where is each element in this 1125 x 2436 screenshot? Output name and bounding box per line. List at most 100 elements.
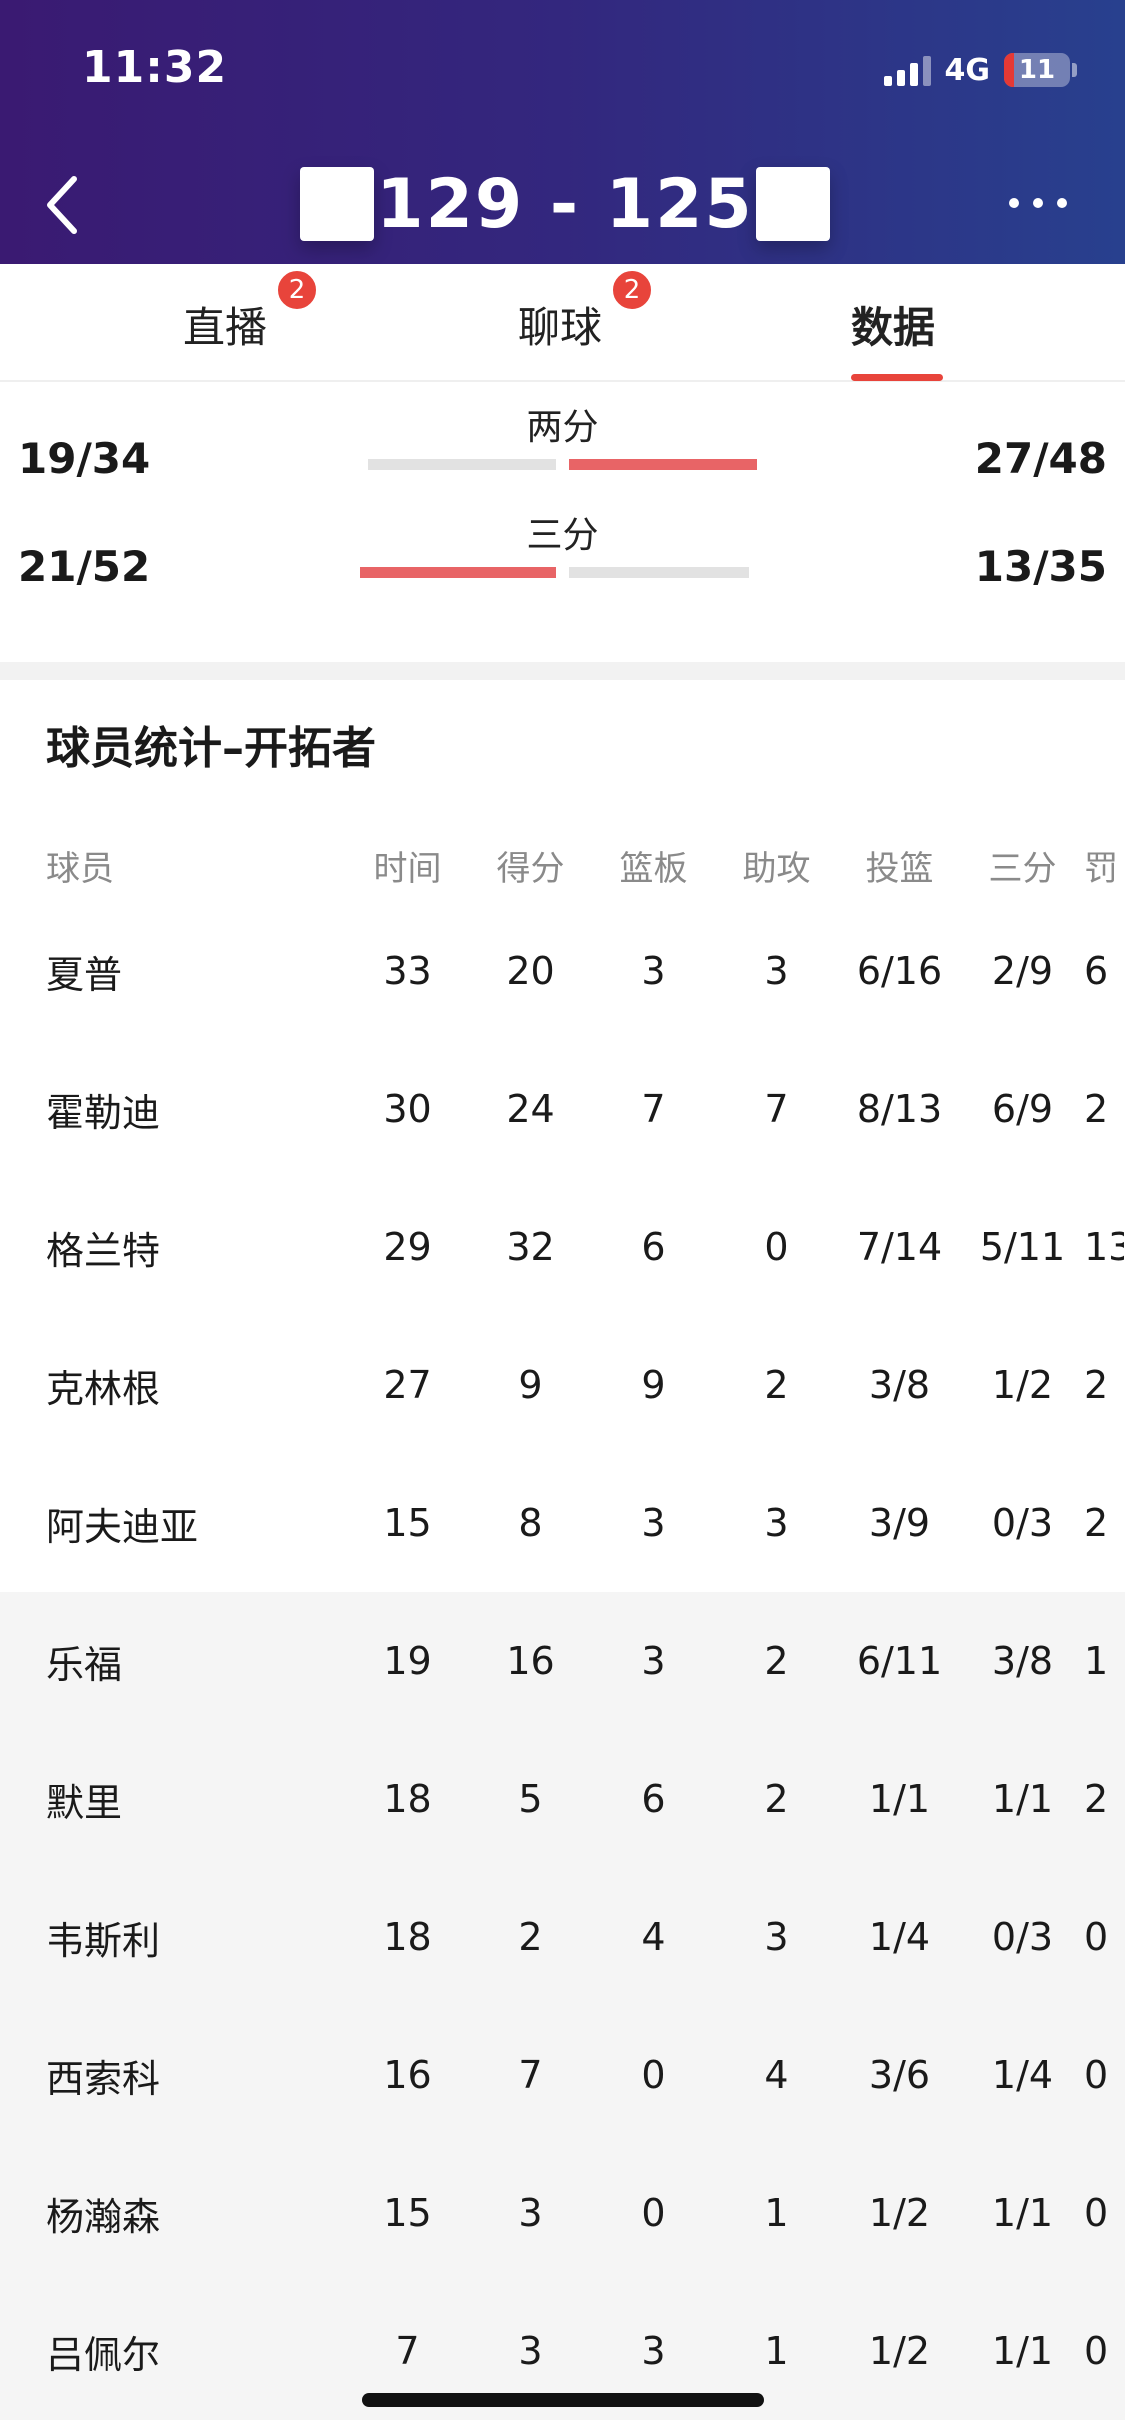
- stat-cell: 0: [1084, 2329, 1109, 2373]
- table-row[interactable]: 克林根 27 9 9 2 3/8 1/2 2: [0, 1316, 1125, 1454]
- player-name[interactable]: 克林根: [0, 1358, 346, 1413]
- tab-live[interactable]: 直播 2: [183, 268, 320, 355]
- stat-cell: 3/6: [868, 2053, 931, 2097]
- table-row[interactable]: 格兰特 29 32 6 0 7/14 5/11 13: [0, 1178, 1125, 1316]
- stat-cell: 33: [383, 949, 432, 993]
- stat-cell: 6: [641, 1225, 666, 1269]
- stat-cell: 18: [383, 1915, 432, 1959]
- stat-cell: 3: [641, 949, 666, 993]
- column-header[interactable]: 罚: [1084, 841, 1124, 890]
- two-point-away-bar: [569, 459, 757, 470]
- three-point-home-value: 21/52: [18, 542, 151, 591]
- status-indicators: 4G 11: [883, 50, 1077, 90]
- stat-cell: 7: [518, 2053, 543, 2097]
- stat-cell: 1/2: [868, 2329, 931, 2373]
- player-name[interactable]: 格兰特: [0, 1220, 346, 1275]
- player-name[interactable]: 霍勒迪: [0, 1082, 346, 1137]
- table-header: 球员 时间 得分 篮板 助攻 投篮 三分 罚: [0, 828, 1125, 902]
- stat-cell: 7: [641, 1087, 666, 1131]
- more-options-button[interactable]: [1009, 198, 1067, 208]
- player-name[interactable]: 吕佩尔: [0, 2324, 346, 2379]
- stat-cell: 5/11: [979, 1225, 1066, 1269]
- player-name[interactable]: 夏普: [0, 944, 346, 999]
- stat-cell: 18: [383, 1777, 432, 1821]
- stat-cell: 16: [383, 2053, 432, 2097]
- stat-cell: 7/14: [856, 1225, 943, 1269]
- stat-cell: 30: [383, 1087, 432, 1131]
- stat-cell: 1: [1084, 1639, 1109, 1683]
- table-row[interactable]: 夏普 33 20 3 3 6/16 2/9 6: [0, 902, 1125, 1040]
- tab-label: 数据: [851, 303, 936, 352]
- stat-cell: 0: [641, 2191, 666, 2235]
- player-name[interactable]: 杨瀚森: [0, 2186, 346, 2241]
- status-time: 11:32: [82, 42, 228, 93]
- player-stats-table: 球员 时间 得分 篮板 助攻 投篮 三分 罚 夏普 33 20 3 3 6/16 2/9 6 霍…: [0, 828, 1125, 2420]
- home-indicator[interactable]: [362, 2393, 764, 2407]
- stat-cell: 3: [764, 1501, 789, 1545]
- stat-cell: 2: [1084, 1087, 1109, 1131]
- more-dot-icon: [1057, 198, 1067, 208]
- game-header: 11:32 4G 11 129 - 125: [0, 0, 1125, 264]
- section-title: 球员统计–开拓者: [46, 723, 376, 774]
- active-tab-indicator: [851, 374, 943, 381]
- signal-icon: [883, 54, 931, 86]
- away-team-logo[interactable]: [756, 167, 830, 241]
- stat-cell: 0: [1084, 1915, 1109, 1959]
- stat-cell: 3: [764, 949, 789, 993]
- table-row[interactable]: 霍勒迪 30 24 7 7 8/13 6/9 2: [0, 1040, 1125, 1178]
- column-header[interactable]: 投篮: [838, 841, 961, 890]
- two-point-home-bar: [368, 459, 556, 470]
- player-name[interactable]: 韦斯利: [0, 1910, 346, 1965]
- player-name[interactable]: 乐福: [0, 1634, 346, 1689]
- table-row[interactable]: 默里 18 5 6 2 1/1 1/1 2: [0, 1730, 1125, 1868]
- three-point-home-bar: [360, 567, 556, 578]
- column-header[interactable]: 三分: [961, 841, 1084, 890]
- player-name[interactable]: 阿夫迪亚: [0, 1496, 346, 1551]
- back-button[interactable]: [44, 172, 94, 238]
- game-score: 129 - 125: [376, 164, 754, 244]
- stat-cell: 0: [764, 1225, 789, 1269]
- scoreboard: 129 - 125: [300, 164, 830, 244]
- column-header[interactable]: 球员: [0, 841, 346, 890]
- table-row[interactable]: 阿夫迪亚 15 8 3 3 3/9 0/3 2: [0, 1454, 1125, 1592]
- player-name[interactable]: 西索科: [0, 2048, 346, 2103]
- stat-cell: 24: [506, 1087, 555, 1131]
- stat-cell: 32: [506, 1225, 555, 1269]
- battery-level: 11: [1018, 55, 1056, 85]
- tab-chat[interactable]: 聊球 2: [518, 268, 655, 355]
- stat-cell: 7: [395, 2329, 420, 2373]
- three-point-away-bar: [569, 567, 749, 578]
- stat-cell: 1/1: [991, 2191, 1054, 2235]
- column-header[interactable]: 得分: [469, 841, 592, 890]
- stat-cell: 2: [1084, 1777, 1109, 1821]
- column-header[interactable]: 时间: [346, 841, 469, 890]
- tab-data[interactable]: 数据: [851, 294, 935, 355]
- more-dot-icon: [1033, 198, 1043, 208]
- player-name[interactable]: 默里: [0, 1772, 346, 1827]
- section-divider: [0, 662, 1125, 680]
- battery-icon: 11: [1004, 53, 1070, 87]
- stat-cell: 3: [641, 1639, 666, 1683]
- table-row[interactable]: 西索科 16 7 0 4 3/6 1/4 0: [0, 2006, 1125, 2144]
- stat-cell: 29: [383, 1225, 432, 1269]
- table-row[interactable]: 杨瀚森 15 3 0 1 1/2 1/1 0: [0, 2144, 1125, 2282]
- column-header[interactable]: 助攻: [715, 841, 838, 890]
- table-body: 夏普 33 20 3 3 6/16 2/9 6 霍勒迪 30 24 7 7 8/13 6/9 2 格兰特 29 32…: [0, 902, 1125, 2420]
- stat-cell: 6/9: [991, 1087, 1054, 1131]
- stat-cell: 15: [383, 1501, 432, 1545]
- stat-cell: 2/9: [991, 949, 1054, 993]
- three-point-away-value: 13/35: [974, 542, 1107, 591]
- stat-cell: 2: [764, 1777, 789, 1821]
- home-team-logo[interactable]: [300, 167, 374, 241]
- stat-cell: 6/11: [856, 1639, 943, 1683]
- column-header[interactable]: 篮板: [592, 841, 715, 890]
- stat-cell: 0: [1084, 2191, 1109, 2235]
- table-row[interactable]: 韦斯利 18 2 4 3 1/4 0/3 0: [0, 1868, 1125, 2006]
- stat-cell: 27: [383, 1363, 432, 1407]
- more-dot-icon: [1009, 198, 1019, 208]
- table-row[interactable]: 乐福 19 16 3 2 6/11 3/8 1: [0, 1592, 1125, 1730]
- stat-cell: 3/8: [991, 1639, 1054, 1683]
- stat-cell: 7: [764, 1087, 789, 1131]
- stat-cell: 2: [764, 1363, 789, 1407]
- stat-cell: 0/3: [991, 1915, 1054, 1959]
